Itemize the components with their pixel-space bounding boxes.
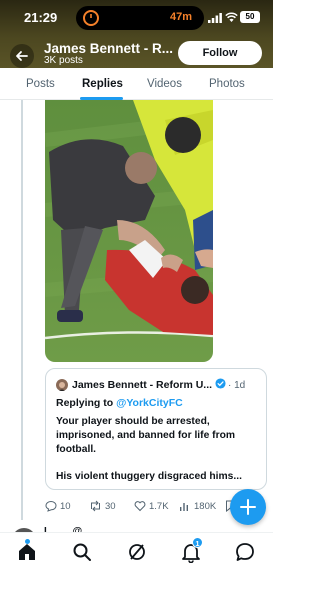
status-time: 21:29 bbox=[24, 10, 58, 25]
views-action[interactable]: 180K bbox=[179, 500, 216, 512]
plus-icon bbox=[240, 499, 256, 515]
photo-image bbox=[45, 100, 213, 362]
verified-badge-icon bbox=[215, 378, 226, 389]
replying-to-label: Replying to bbox=[56, 397, 117, 409]
tab-replies[interactable]: Replies bbox=[82, 78, 123, 90]
timer-icon bbox=[83, 10, 99, 26]
quoted-body-paragraph-1: Your player should be arrested, imprison… bbox=[56, 416, 236, 455]
repost-icon bbox=[91, 500, 100, 512]
nav-messages[interactable] bbox=[234, 541, 256, 563]
nav-home[interactable] bbox=[16, 539, 38, 563]
reply-icon bbox=[45, 500, 57, 512]
thread-line bbox=[21, 100, 23, 520]
timer-text: 47m bbox=[169, 11, 192, 23]
heart-icon bbox=[134, 501, 146, 512]
nav-notifications[interactable]: 1 bbox=[180, 537, 203, 564]
bottom-navigation: 1 bbox=[0, 532, 273, 590]
replying-to-handle[interactable]: @YorkCityFC bbox=[116, 397, 183, 409]
quoted-author-name: James Bennett - Reform U... bbox=[72, 379, 213, 391]
profile-name: James Bennett - R... bbox=[44, 41, 174, 56]
back-arrow-icon[interactable] bbox=[10, 44, 34, 68]
notifications-badge: 1 bbox=[192, 537, 203, 548]
quoted-author-avatar bbox=[56, 379, 68, 391]
home-icon bbox=[19, 544, 35, 560]
quoted-body-paragraph-2: His violent thuggery disgraced hims... bbox=[56, 471, 242, 482]
grok-icon bbox=[129, 544, 145, 560]
tab-photos[interactable]: Photos bbox=[209, 78, 245, 90]
dynamic-island: 47m bbox=[76, 6, 204, 30]
quoted-timestamp: · 1d bbox=[228, 380, 246, 391]
repost-count: 30 bbox=[105, 500, 116, 512]
tab-posts[interactable]: Posts bbox=[26, 78, 55, 90]
search-icon bbox=[73, 543, 91, 561]
home-unread-dot bbox=[25, 539, 30, 544]
wifi-icon bbox=[225, 12, 238, 22]
like-action[interactable]: 1.7K bbox=[134, 500, 169, 512]
profile-banner: 21:29 47m 50 James Bennett - R... 3K pos… bbox=[0, 0, 273, 68]
posts-count: 3K posts bbox=[44, 55, 83, 66]
battery-indicator: 50 bbox=[240, 11, 260, 23]
like-count: 1.7K bbox=[149, 500, 169, 512]
status-bar: 21:29 47m 50 bbox=[0, 0, 273, 34]
nav-grok[interactable] bbox=[126, 541, 148, 563]
quoted-tweet[interactable]: James Bennett - Reform U... · 1d Replyin… bbox=[45, 368, 267, 490]
view-count: 180K bbox=[194, 500, 217, 512]
replying-to: Replying to @YorkCityFC bbox=[56, 397, 183, 409]
repost-action[interactable]: 30 bbox=[89, 500, 116, 512]
profile-tabs: Posts Replies Videos Photos bbox=[0, 68, 273, 100]
views-chart-icon bbox=[180, 503, 188, 511]
follow-button[interactable]: Follow bbox=[178, 41, 262, 65]
messages-icon bbox=[236, 543, 254, 561]
cellular-signal-icon bbox=[208, 13, 222, 23]
tab-videos[interactable]: Videos bbox=[147, 78, 182, 90]
reply-count: 10 bbox=[60, 500, 71, 512]
reply-action[interactable]: 10 bbox=[45, 500, 71, 512]
tweet-photo[interactable] bbox=[45, 100, 213, 362]
nav-search[interactable] bbox=[71, 541, 93, 563]
